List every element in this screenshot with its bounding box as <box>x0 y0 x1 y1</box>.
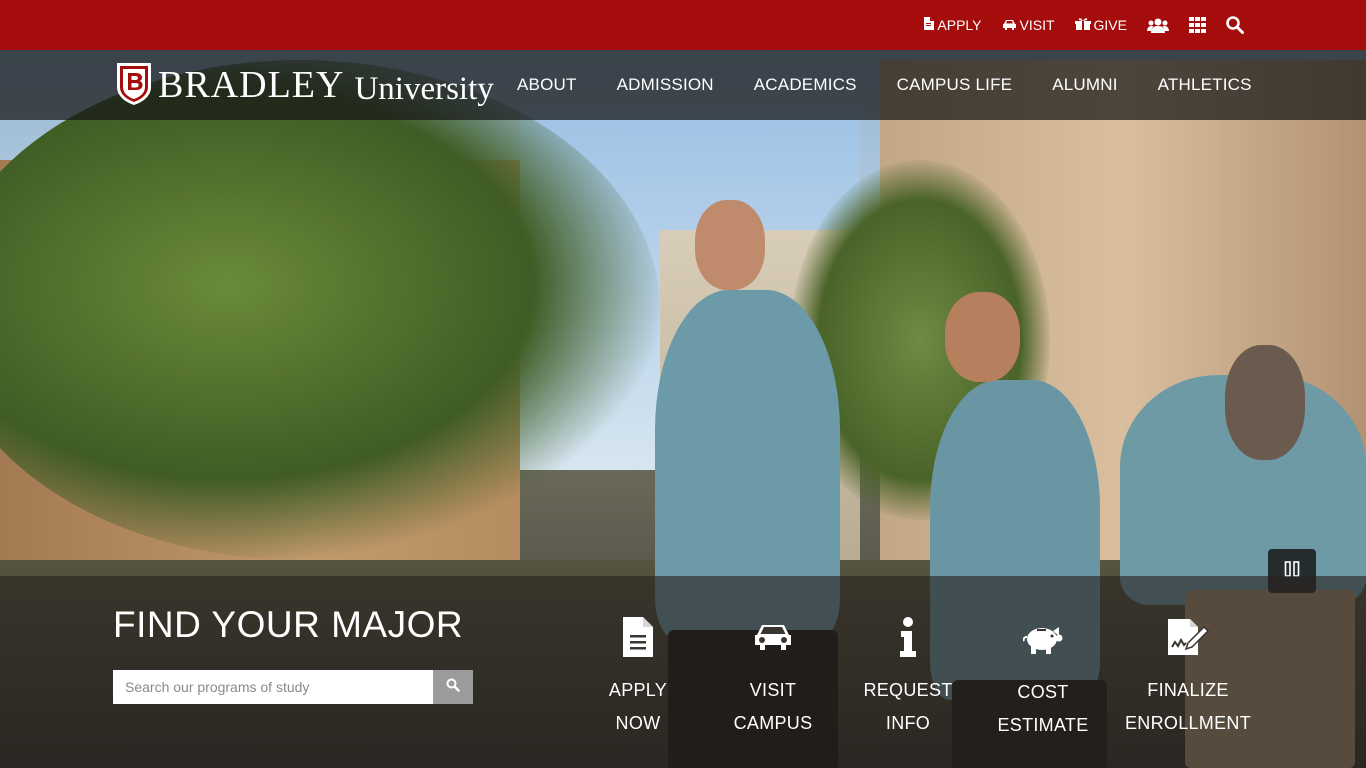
apply-now-line2: NOW <box>615 713 661 733</box>
quick-actions: APPLY NOW VISIT CAMPUS REQUEST INFO COST… <box>0 612 1366 762</box>
logo-wordmark: BRADLEY <box>158 64 345 106</box>
utility-give-label: GIVE <box>1093 17 1127 33</box>
bradley-shield-icon <box>114 60 158 111</box>
bradley-logo[interactable]: BRADLEY University <box>114 60 494 110</box>
cost-estimate-action[interactable]: COST ESTIMATE <box>968 614 1118 742</box>
piggy-bank-icon <box>968 614 1118 664</box>
finalize-enrollment-line1: FINALIZE <box>1147 680 1229 700</box>
file-icon <box>923 17 935 33</box>
gift-icon <box>1074 17 1091 33</box>
nav-item-campus-life[interactable]: CAMPUS LIFE <box>877 75 1033 95</box>
utility-visit-link[interactable]: VISIT <box>1002 17 1055 33</box>
hero-person-1-head <box>695 200 765 290</box>
apply-now-line1: APPLY <box>608 680 668 700</box>
grid-icon[interactable] <box>1189 17 1206 33</box>
utility-give-link[interactable]: GIVE <box>1074 17 1127 33</box>
hero-person-2-head <box>945 292 1020 382</box>
nav-item-athletics[interactable]: ATHLETICS <box>1138 75 1272 95</box>
users-icon[interactable] <box>1147 18 1169 33</box>
request-info-action[interactable]: REQUEST INFO <box>833 612 983 740</box>
utility-links: APPLY VISIT GIVE <box>903 0 1244 50</box>
visit-campus-line1: VISIT <box>749 680 797 700</box>
signature-icon <box>1103 612 1273 662</box>
request-info-line2: INFO <box>885 713 931 733</box>
nav-item-admission[interactable]: ADMISSION <box>597 75 734 95</box>
nav-item-alumni[interactable]: ALUMNI <box>1032 75 1137 95</box>
logo-subtitle: University <box>354 70 494 107</box>
hero-person-3-head <box>1225 345 1305 460</box>
apply-now-action[interactable]: APPLY NOW <box>563 612 713 740</box>
primary-nav: ABOUT ADMISSION ACADEMICS CAMPUS LIFE AL… <box>497 50 1272 120</box>
finalize-enrollment-line2: ENROLLMENT <box>1124 713 1252 733</box>
finalize-enrollment-action[interactable]: FINALIZE ENROLLMENT <box>1103 612 1273 740</box>
car-icon <box>698 612 848 662</box>
utility-apply-label: APPLY <box>937 17 982 33</box>
nav-item-about[interactable]: ABOUT <box>497 75 597 95</box>
info-icon <box>833 612 983 662</box>
car-icon <box>1002 17 1017 33</box>
visit-campus-action[interactable]: VISIT CAMPUS <box>698 612 848 740</box>
cost-estimate-line1: COST <box>1017 682 1069 702</box>
utility-bar: APPLY VISIT GIVE <box>0 0 1366 50</box>
main-nav-bar: BRADLEY University ABOUT ADMISSION ACADE… <box>0 50 1366 120</box>
utility-visit-label: VISIT <box>1019 17 1055 33</box>
nav-item-academics[interactable]: ACADEMICS <box>734 75 877 95</box>
search-icon[interactable] <box>1226 16 1244 34</box>
document-icon <box>563 612 713 662</box>
visit-campus-line2: CAMPUS <box>733 713 813 733</box>
request-info-line1: REQUEST <box>863 680 953 700</box>
cost-estimate-line2: ESTIMATE <box>997 715 1089 735</box>
utility-apply-link[interactable]: APPLY <box>923 17 982 33</box>
